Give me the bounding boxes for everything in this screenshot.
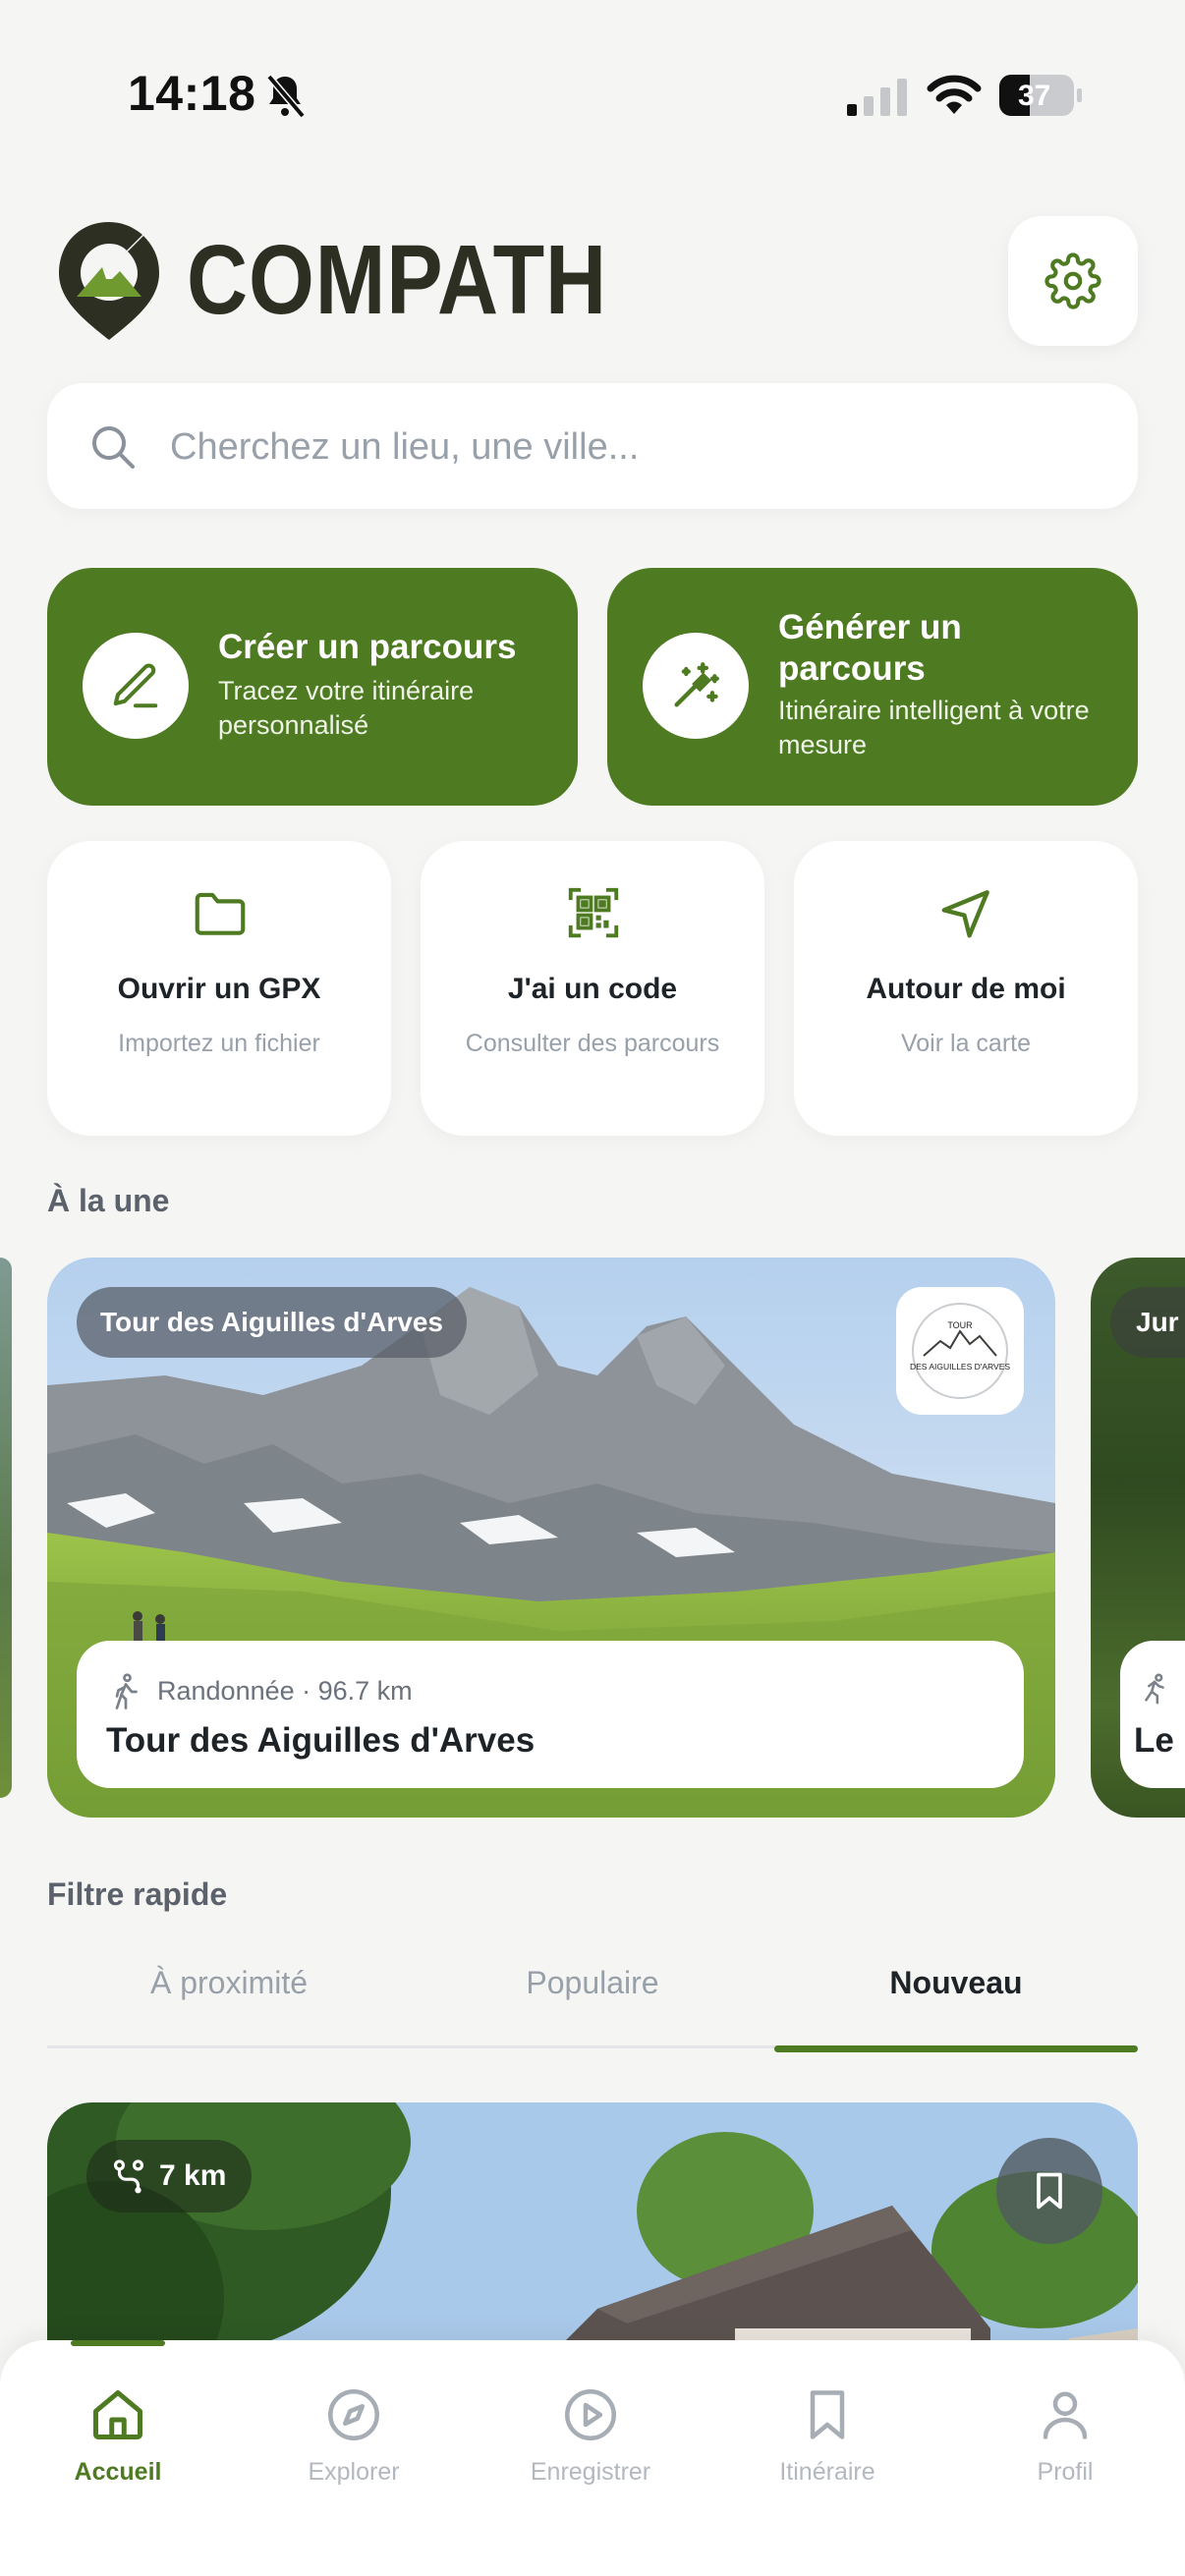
nav-home[interactable]: Accueil [20,2374,216,2501]
settings-button[interactable] [1008,216,1138,346]
around-me-button[interactable]: Autour de moi Voir la carte [794,841,1138,1136]
open-gpx-title: Ouvrir un GPX [117,973,321,1005]
search-icon [92,426,135,469]
around-me-title: Autour de moi [866,973,1066,1005]
compass-icon [328,2389,379,2440]
around-me-subtitle: Voir la carte [900,1030,1031,1057]
nav-explore-label: Explorer [308,2458,400,2486]
generate-route-title: Générer un parcours [778,608,962,688]
gear-icon [1044,252,1101,309]
create-route-title: Créer un parcours [218,628,517,666]
featured-section-label: À la une [47,1183,170,1218]
quick-filter-tabs: À proximité Populaire Nouveau [47,1955,1138,2053]
folder-icon [195,892,246,935]
brand-name: COMPATH [187,225,608,335]
home-icon [93,2390,142,2439]
open-gpx-button[interactable]: Ouvrir un GPX Importez un fichier [47,841,391,1136]
nav-profile[interactable]: Profil [967,2374,1163,2501]
have-code-button[interactable]: J'ai un code Consulter des parcours [421,841,764,1136]
generate-route-button[interactable]: Générer un parcours Itinéraire intellige… [607,568,1138,806]
signal-icon [847,79,907,116]
running-icon [1145,1673,1164,1705]
nav-record[interactable]: Enregistrer [492,2374,689,2501]
route-logo-text-bottom: DES AIGUILLES D'ARVES [910,1362,1010,1372]
featured-route-logo: TOUR DES AIGUILLES D'ARVES [896,1287,1024,1415]
featured-badge: Tour des Aiguilles d'Arves [77,1287,467,1358]
have-code-subtitle: Consulter des parcours [465,1030,720,1057]
nav-record-label: Enregistrer [530,2458,651,2486]
qr-code-icon [568,887,619,938]
next-featured-name: Le [1134,1721,1174,1760]
create-route-button[interactable]: Créer un parcours Tracez votre itinérair… [47,568,578,806]
featured-route-card[interactable]: Tour des Aiguilles d'Arves TOUR DES AIGU… [47,1258,1055,1818]
generate-route-subtitle: Itinéraire intelligent à votre mesure [778,696,1090,759]
wifi-icon [927,75,982,114]
next-featured-card[interactable]: Jur Le [1091,1258,1185,1818]
nav-active-indicator [71,2340,165,2346]
tab-nearby[interactable]: À proximité [47,1955,411,2045]
nav-profile-label: Profil [1037,2458,1094,2486]
search-bar[interactable] [47,383,1138,509]
status-time: 14:18 [128,66,256,121]
battery-indicator: 37 [998,73,1083,118]
pencil-icon-circle [83,633,189,739]
bookmark-outline-icon [810,2390,845,2439]
open-gpx-subtitle: Importez un fichier [118,1030,320,1057]
compath-logo-icon [59,222,159,340]
featured-route-name: Tour des Aiguilles d'Arves [106,1721,536,1760]
tab-new[interactable]: Nouveau [774,1955,1138,2045]
previous-featured-card[interactable] [0,1258,12,1798]
magic-wand-icon [674,662,719,707]
nav-itinerary[interactable]: Itinéraire [729,2374,926,2501]
create-route-subtitle: Tracez votre itinéraire personnalisé [218,676,475,740]
next-featured-badge: Jur [1110,1287,1185,1358]
bookmark-icon [1037,2172,1062,2210]
route-distance: 7 km [159,2159,227,2192]
active-tab-indicator [774,2045,1138,2052]
bottom-navigation: Accueil Explorer Enregistrer Itinéraire … [0,2340,1185,2576]
search-input[interactable] [170,413,1094,481]
bookmark-button[interactable] [996,2138,1102,2244]
navigation-arrow-icon [941,890,989,938]
nav-explore[interactable]: Explorer [255,2374,452,2501]
featured-info-panel: Randonnée · 96.7 km Tour des Aiguilles d… [77,1641,1024,1788]
nav-home-label: Accueil [74,2458,162,2486]
bell-muted-icon [266,74,306,119]
route-logo-icon: TOUR DES AIGUILLES D'ARVES [910,1303,1010,1399]
hiking-icon [115,1673,138,1709]
status-bar: 14:18 37 [0,0,1185,147]
pencil-icon [113,663,158,708]
magic-wand-icon-circle [643,633,749,739]
route-logo-text-top: TOUR [947,1320,973,1330]
have-code-title: J'ai un code [507,973,678,1005]
tab-popular[interactable]: Populaire [411,1955,774,2045]
battery-level: 37 [1018,80,1051,112]
featured-route-meta: Randonnée · 96.7 km [157,1676,413,1706]
play-circle-icon [565,2389,616,2440]
route-icon [113,2159,144,2194]
next-featured-info: Le [1120,1641,1185,1788]
nav-itinerary-label: Itinéraire [779,2458,875,2486]
route-distance-badge: 7 km [86,2140,253,2212]
user-icon [1043,2391,1088,2439]
quick-filter-label: Filtre rapide [47,1876,228,1912]
